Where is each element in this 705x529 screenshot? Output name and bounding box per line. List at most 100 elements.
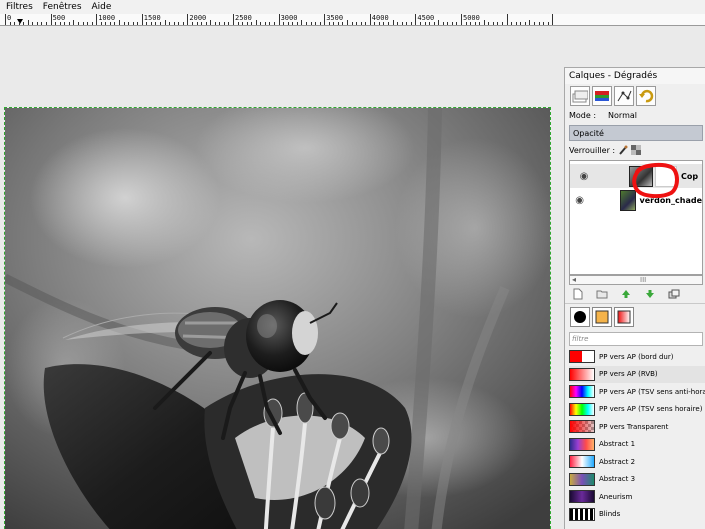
gradient-icon: [617, 310, 631, 324]
gradient-item[interactable]: Abstract 1: [569, 436, 705, 454]
gradient-item[interactable]: Abstract 3: [569, 471, 705, 489]
ruler-tick: [328, 22, 330, 25]
ruler-tick: [360, 22, 362, 25]
ruler-tick: [9, 22, 11, 25]
gradient-item[interactable]: PP vers AP (TSV sens anti-horaire): [569, 383, 705, 401]
ruler-tick: [114, 22, 116, 25]
gradient-swatch: [569, 350, 595, 364]
ruler-tick: [383, 22, 385, 25]
ruler-tick: [324, 14, 326, 25]
ruler-tick: [205, 22, 207, 25]
gradient-item[interactable]: PP vers AP (RVB): [569, 365, 705, 383]
gradient-item[interactable]: Aneurism: [569, 488, 705, 506]
ruler-tick: [182, 22, 184, 25]
duplicate-layer-icon[interactable]: [667, 288, 681, 300]
layer-name: Cop: [681, 171, 699, 181]
gradient-item[interactable]: PP vers Transparent: [569, 418, 705, 436]
ruler-tick: [82, 22, 84, 25]
tab-gradients[interactable]: [614, 307, 634, 327]
ruler-tick: [237, 22, 239, 25]
ruler-tick: [296, 22, 298, 25]
gradient-item[interactable]: Abstract 2: [569, 453, 705, 471]
ruler-tick: [18, 22, 20, 25]
ruler-tick: [260, 22, 262, 25]
tab-paths[interactable]: [614, 86, 634, 106]
eye-icon[interactable]: ◉: [573, 195, 586, 206]
tab-patterns[interactable]: [592, 307, 612, 327]
tab-channels[interactable]: [592, 86, 612, 106]
ruler-tick: [511, 22, 513, 25]
menu-help[interactable]: Aide: [92, 2, 112, 12]
new-group-icon[interactable]: [595, 288, 609, 300]
ruler-tick: [442, 22, 444, 25]
menu-windows[interactable]: Fenêtres: [43, 2, 82, 12]
hoverfly-photo: [5, 108, 550, 529]
resource-tabs: [565, 303, 705, 329]
ruler-tick: [365, 22, 367, 25]
ruler-tick: [533, 22, 535, 25]
ruler-tick: [479, 22, 481, 25]
ruler-label: 5000: [463, 14, 480, 22]
ruler-tick: [246, 22, 248, 25]
ruler-tick: [228, 22, 230, 25]
ruler-tick: [264, 22, 266, 25]
new-layer-icon[interactable]: [571, 288, 585, 300]
opacity-slider[interactable]: Opacité: [569, 125, 703, 141]
mode-row: Mode : Normal: [565, 108, 705, 123]
tab-layers[interactable]: [570, 86, 590, 106]
ruler-tick: [210, 20, 212, 25]
ruler-tick: [150, 22, 152, 25]
ruler-tick: [155, 22, 157, 25]
tab-undo-history[interactable]: [636, 86, 656, 106]
ruler-tick: [543, 22, 545, 25]
ruler-tick: [146, 22, 148, 25]
gradient-name: PP vers AP (TSV sens anti-horaire): [599, 387, 705, 396]
mode-select[interactable]: Normal: [608, 111, 637, 120]
ruler-tick: [191, 22, 193, 25]
scroll-left-icon[interactable]: ◂: [572, 276, 576, 284]
lock-pixels-icon[interactable]: [618, 145, 628, 157]
ruler-tick: [160, 22, 162, 25]
gradient-name: Abstract 2: [599, 457, 636, 466]
ruler-tick: [406, 22, 408, 25]
ruler-tick: [310, 22, 312, 25]
ruler-tick: [429, 22, 431, 25]
layers-scrollbar[interactable]: ◂ III: [569, 275, 703, 285]
ruler-tick: [100, 22, 102, 25]
horizontal-ruler[interactable]: 0 500 1000 1500 2000 2500 3000 3500 4000 4500 5000: [0, 14, 705, 26]
ruler-tick: [27, 20, 29, 25]
ruler-tick: [374, 22, 376, 25]
gradient-item[interactable]: PP vers AP (bord dur): [569, 348, 705, 366]
gradient-item[interactable]: Blinds: [569, 506, 705, 524]
ruler-label: 4500: [417, 14, 435, 22]
opacity-label: Opacité: [573, 128, 604, 138]
ruler-tick: [538, 22, 540, 25]
gradient-name: PP vers AP (RVB): [599, 370, 658, 379]
lower-layer-icon[interactable]: [643, 288, 657, 300]
tab-brushes[interactable]: [570, 307, 590, 327]
ruler-tick: [319, 22, 321, 25]
ruler-tick: [87, 22, 89, 25]
gradient-list[interactable]: PP vers AP (bord dur) PP vers AP (RVB) PP …: [569, 348, 705, 523]
ruler-label: 3000: [280, 14, 298, 22]
eye-icon[interactable]: ◉: [573, 171, 595, 182]
image-canvas[interactable]: [4, 107, 551, 529]
ruler-label: 4000: [371, 14, 389, 22]
gradient-item[interactable]: PP vers AP (TSV sens horaire): [569, 401, 705, 419]
menu-filters[interactable]: Filtres: [6, 2, 33, 12]
gradient-name: Aneurism: [599, 492, 633, 501]
ruler-label: 2500: [235, 14, 252, 22]
gradient-filter-input[interactable]: filtre: [569, 332, 703, 346]
ruler-tick: [337, 22, 339, 25]
ruler-tick: [438, 20, 440, 25]
lock-alpha-icon[interactable]: [631, 144, 642, 157]
scroll-grip[interactable]: III: [640, 276, 646, 284]
raise-layer-icon[interactable]: [619, 288, 633, 300]
ruler-tick: [461, 14, 462, 25]
ruler-tick: [356, 22, 358, 25]
ruler-tick: [333, 22, 335, 25]
canvas-area[interactable]: [0, 27, 563, 529]
ruler-label: 1500: [143, 14, 161, 22]
gradient-swatch: [569, 420, 595, 434]
ruler-tick: [315, 22, 317, 25]
